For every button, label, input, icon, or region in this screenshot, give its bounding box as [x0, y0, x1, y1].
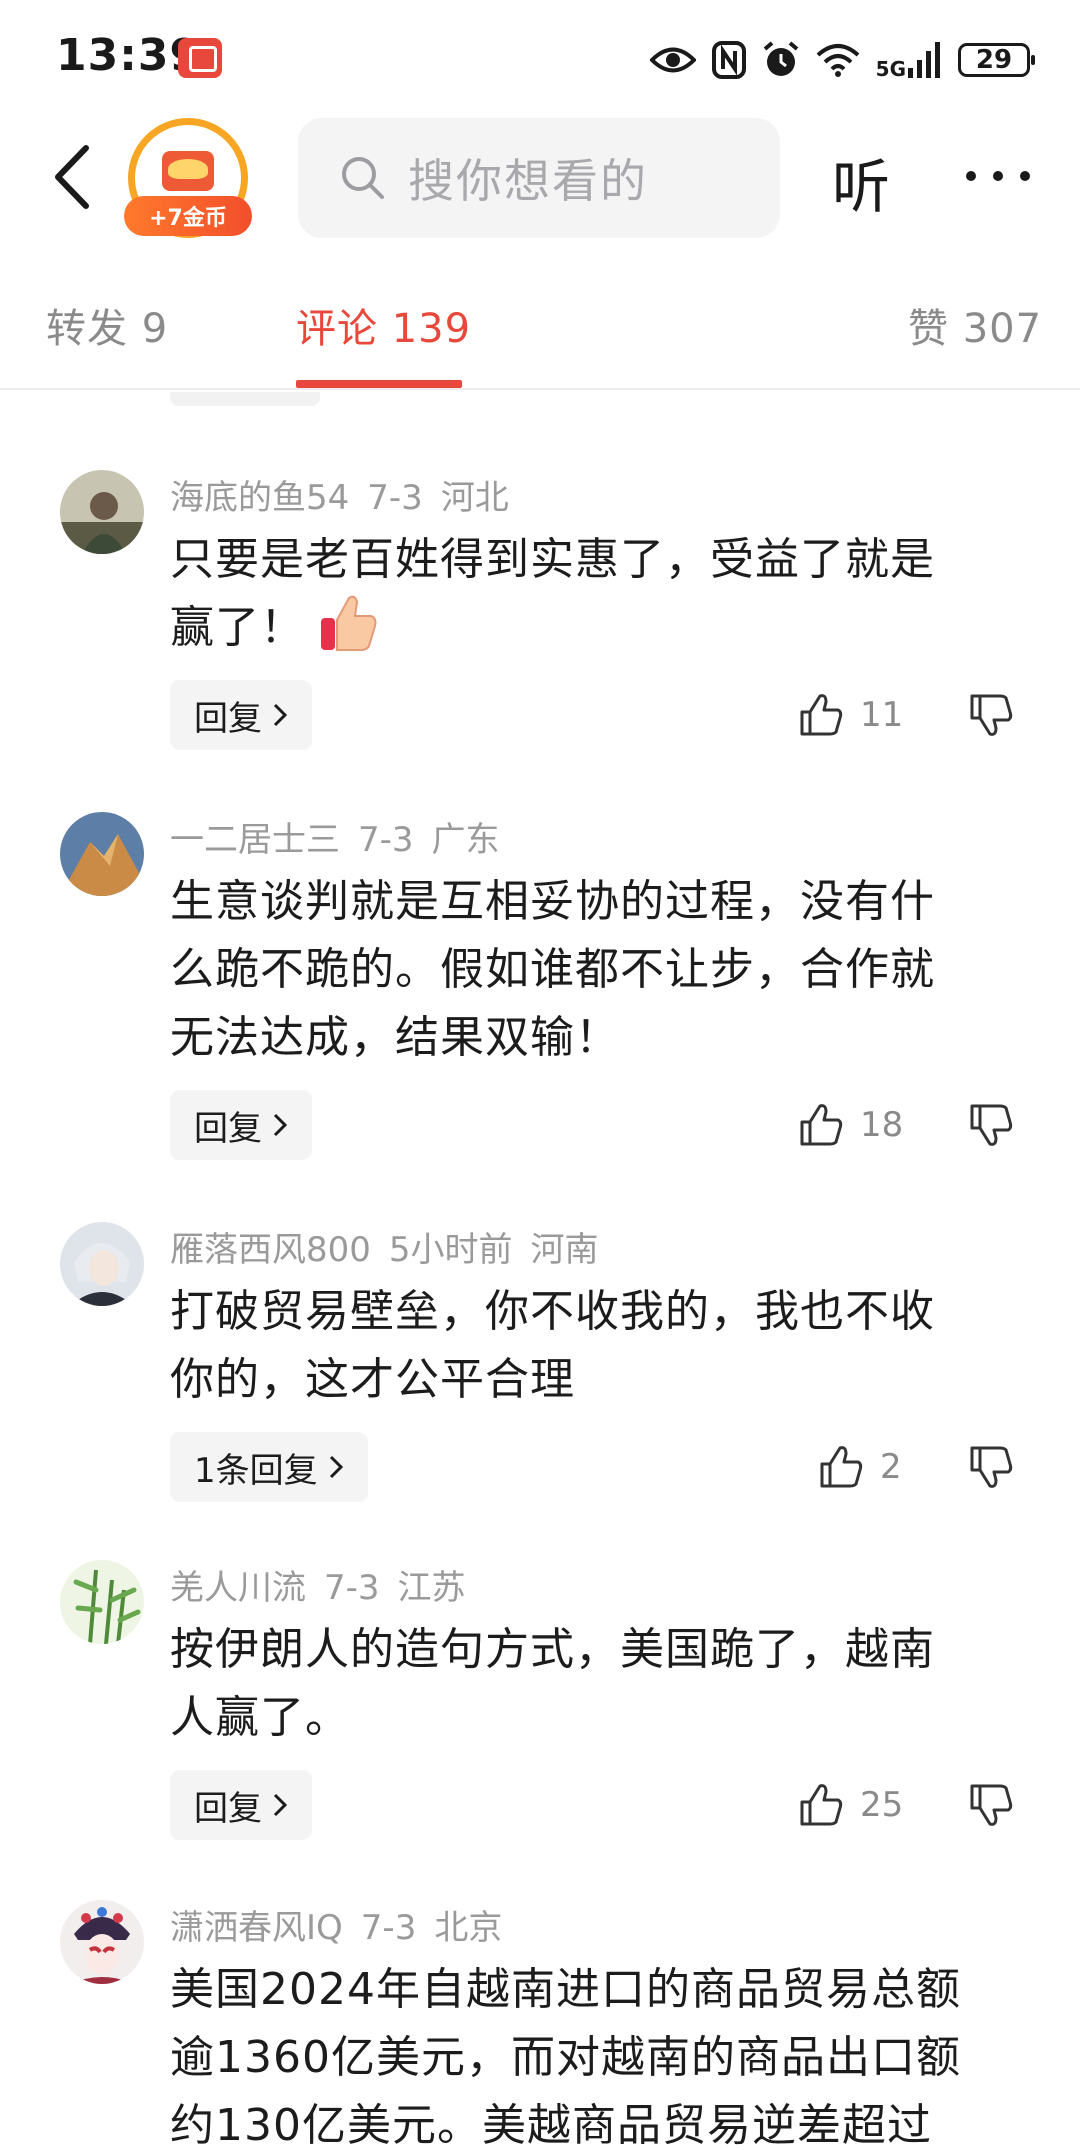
- status-icons: 5G 29: [649, 36, 1035, 84]
- thumbs-down-icon[interactable]: [968, 1102, 1014, 1148]
- comment-location: 北京: [434, 1908, 503, 1948]
- thumbs-up-icon: [800, 1104, 843, 1146]
- comment-location: 广东: [431, 820, 500, 860]
- comment-line: 人赢了。: [170, 1692, 350, 1743]
- thumbs-up-emoji-icon: [321, 595, 377, 651]
- comment-time: 7-3: [360, 1908, 417, 1948]
- gold-coin-icon: [162, 151, 214, 191]
- comment-meta: 潇洒春风IQ 7-3 北京: [170, 1900, 502, 1949]
- like-count: 18: [860, 1105, 904, 1145]
- reply-button-label: 回复: [194, 698, 262, 739]
- top-bar: +7金币 搜你想看的 听: [0, 118, 1080, 240]
- more-icon[interactable]: [966, 156, 1030, 196]
- coin-reward-badge[interactable]: +7金币: [124, 118, 252, 240]
- tab-likes[interactable]: 赞 307: [908, 296, 1042, 354]
- coin-reward-label: +7金币: [124, 196, 252, 236]
- search-icon: [342, 157, 384, 199]
- username[interactable]: 一二居士三: [170, 820, 340, 860]
- comment-line: 么跪不跪的。假如谁都不让步，合作就: [170, 944, 935, 995]
- app-notification-icon: [178, 38, 222, 78]
- battery-level: 29: [975, 45, 1013, 75]
- reply-button-label: 回复: [194, 1788, 262, 1829]
- like-count: 2: [880, 1447, 902, 1487]
- search-input[interactable]: 搜你想看的: [298, 118, 780, 238]
- chevron-right-icon: [273, 1793, 288, 1817]
- chevron-right-icon: [273, 1113, 288, 1137]
- comment-line-text: 赢了！: [170, 602, 305, 653]
- eye-icon: [649, 47, 696, 73]
- username[interactable]: 雁落西风800: [170, 1230, 371, 1270]
- avatar[interactable]: [60, 1900, 144, 1984]
- comment-meta: 雁落西风800 5小时前 河南: [170, 1222, 599, 1271]
- comment-time: 7-3: [324, 1568, 380, 1608]
- comment-line: 赢了！: [170, 594, 1030, 662]
- listen-button[interactable]: 听: [832, 140, 890, 224]
- reply-button[interactable]: 回复: [170, 1090, 312, 1160]
- comment-text: 打破贸易壁垒，你不收我的，我也不收 你的，这才公平合理: [170, 1278, 1030, 1414]
- signal-icon: [908, 42, 940, 78]
- avatar[interactable]: [60, 1560, 144, 1644]
- like-button[interactable]: 11: [798, 692, 903, 738]
- comment-text: 美国2024年自越南进口的商品贸易总额 逾1360亿美元，而对越南的商品出口额 …: [170, 1956, 1030, 2150]
- comment-meta: 羌人川流 7-3 江苏: [170, 1560, 466, 1609]
- chevron-right-icon: [273, 703, 288, 727]
- replies-button[interactable]: 1条回复: [170, 1432, 368, 1502]
- username[interactable]: 羌人川流: [170, 1568, 306, 1608]
- reply-button-label: 回复: [194, 1108, 262, 1149]
- thumbs-down-icon[interactable]: [968, 1444, 1014, 1490]
- battery-icon: 29: [958, 43, 1035, 77]
- tab-comments[interactable]: 评论 139: [296, 296, 471, 354]
- comment-time: 7-3: [358, 820, 414, 860]
- avatar[interactable]: [60, 470, 144, 554]
- avatar[interactable]: [60, 812, 144, 896]
- comment-line: 约130亿美元。美越商品贸易逆差超过: [170, 2100, 932, 2150]
- previous-reply-button-edge: [170, 392, 320, 406]
- wifi-icon: [816, 44, 859, 77]
- comment-text: 按伊朗人的造句方式，美国跪了，越南 人赢了。: [170, 1616, 1030, 1752]
- reply-button-label: 1条回复: [194, 1450, 318, 1491]
- like-button[interactable]: 18: [798, 1102, 903, 1148]
- network-type-label: 5G: [875, 57, 906, 81]
- like-count: 11: [860, 695, 904, 735]
- thumbs-up-icon: [800, 1784, 843, 1826]
- comment-line: 只要是老百姓得到实惠了，受益了就是: [170, 534, 935, 585]
- avatar[interactable]: [60, 1222, 144, 1306]
- comment-line: 按伊朗人的造句方式，美国跪了，越南: [170, 1624, 935, 1675]
- like-button[interactable]: 25: [798, 1782, 903, 1828]
- reply-button[interactable]: 回复: [170, 680, 312, 750]
- comment-location: 河北: [440, 478, 509, 518]
- comment-line: 打破贸易壁垒，你不收我的，我也不收: [170, 1286, 935, 1337]
- username[interactable]: 潇洒春风IQ: [170, 1908, 343, 1948]
- comment-text: 只要是老百姓得到实惠了，受益了就是 赢了！: [170, 526, 1030, 662]
- comment-line: 生意谈判就是互相妥协的过程，没有什: [170, 876, 935, 927]
- comment-time: 7-3: [367, 478, 423, 518]
- comment-location: 江苏: [397, 1568, 466, 1608]
- thumbs-down-icon[interactable]: [968, 692, 1014, 738]
- like-button[interactable]: 2: [818, 1444, 902, 1490]
- comment-line: 逾1360亿美元，而对越南的商品出口额: [170, 2032, 961, 2083]
- nfc-icon: [711, 41, 746, 79]
- thumbs-up-icon: [820, 1446, 863, 1488]
- tab-bar: 转发 9 评论 139 赞 307: [0, 270, 1080, 390]
- thumbs-up-icon: [800, 694, 843, 736]
- comment-meta: 海底的鱼54 7-3 河北: [170, 470, 509, 519]
- tab-reposts[interactable]: 转发 9: [46, 296, 168, 354]
- username[interactable]: 海底的鱼54: [170, 478, 349, 518]
- thumbs-down-icon[interactable]: [968, 1782, 1014, 1828]
- back-arrow-icon[interactable]: [46, 142, 102, 212]
- comment-line: 你的，这才公平合理: [170, 1354, 575, 1405]
- like-count: 25: [860, 1785, 904, 1825]
- active-tab-indicator: [296, 380, 462, 388]
- comment-meta: 一二居士三 7-3 广东: [170, 812, 500, 861]
- alarm-icon: [763, 41, 798, 76]
- status-bar: 13:39 5G 29: [0, 0, 1080, 118]
- comment-line: 美国2024年自越南进口的商品贸易总额: [170, 1964, 961, 2015]
- search-placeholder: 搜你想看的: [408, 154, 648, 208]
- comment-time: 5小时前: [388, 1230, 513, 1270]
- comment-location: 河南: [530, 1230, 599, 1270]
- comment-line: 无法达成，结果双输！: [170, 1012, 620, 1063]
- comment-text: 生意谈判就是互相妥协的过程，没有什 么跪不跪的。假如谁都不让步，合作就 无法达成…: [170, 868, 1030, 1072]
- reply-button[interactable]: 回复: [170, 1770, 312, 1840]
- chevron-right-icon: [329, 1455, 343, 1479]
